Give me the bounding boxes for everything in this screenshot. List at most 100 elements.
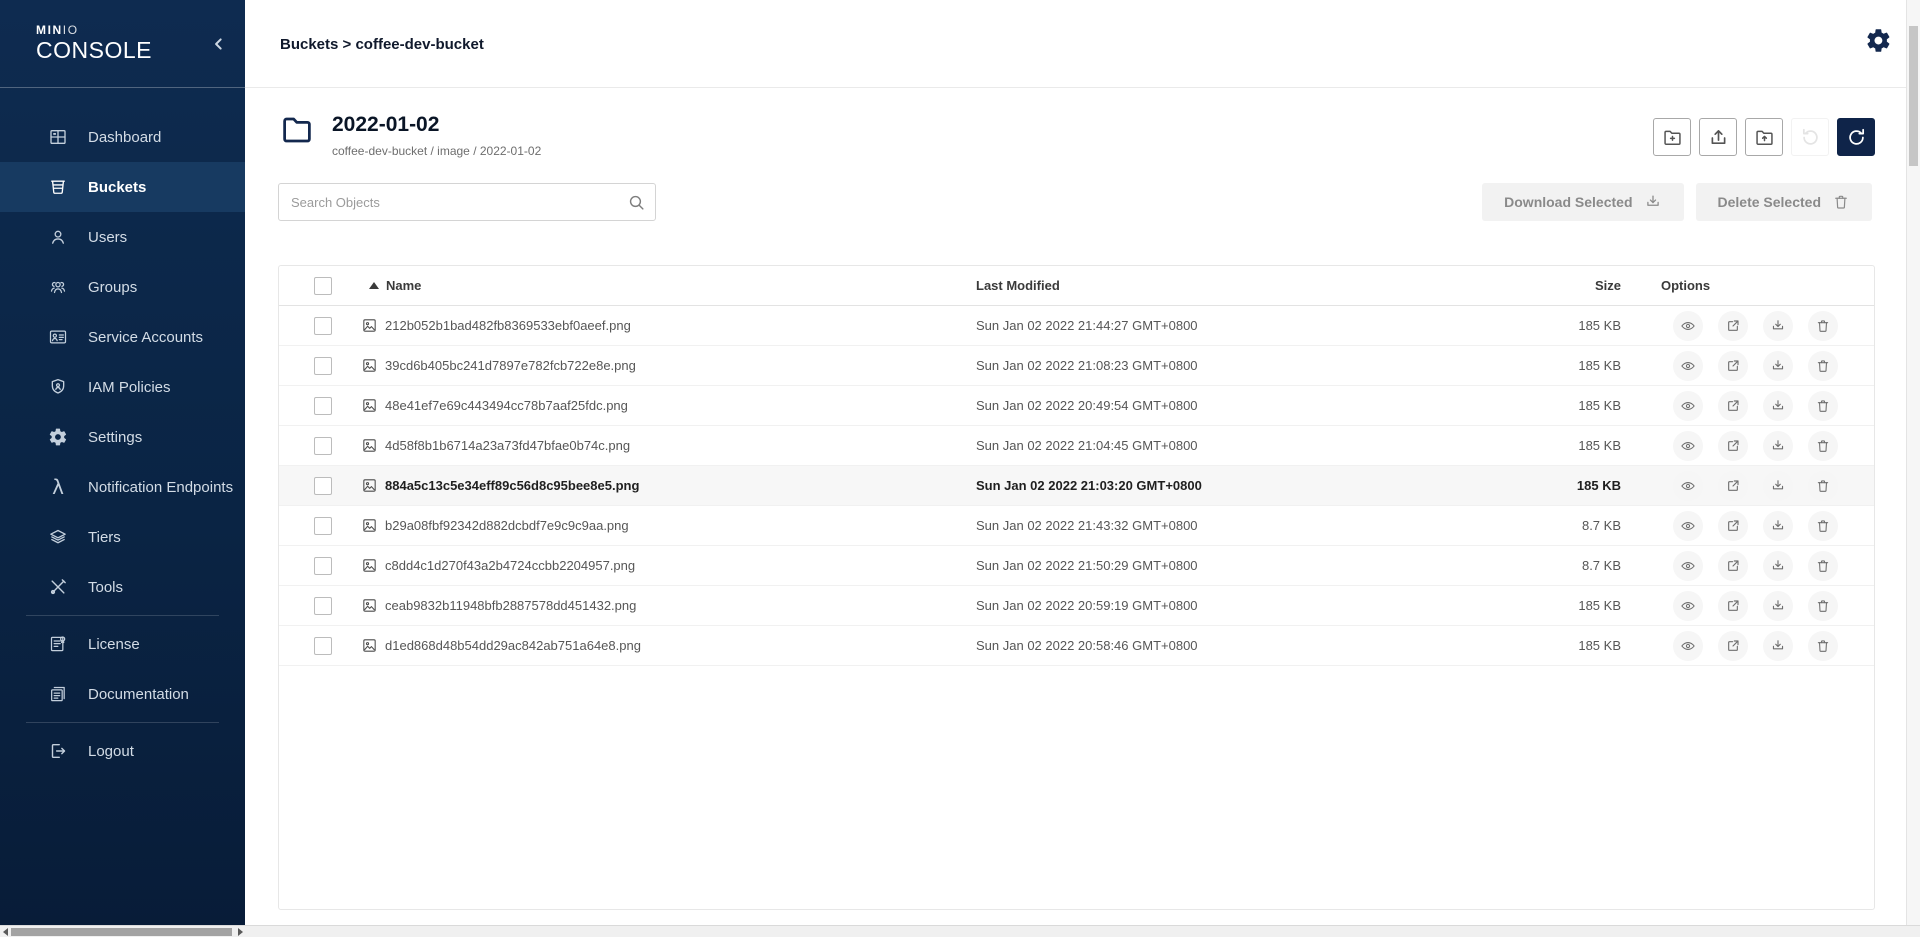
download-button[interactable]: [1763, 591, 1793, 621]
breadcrumb[interactable]: Buckets > coffee-dev-bucket: [280, 0, 484, 88]
sidebar-item-license[interactable]: License: [0, 619, 245, 669]
page-title: 2022-01-02: [332, 112, 541, 138]
download-button[interactable]: [1763, 471, 1793, 501]
delete-button[interactable]: [1808, 551, 1838, 581]
delete-button[interactable]: [1808, 391, 1838, 421]
object-name[interactable]: 48e41ef7e69c443494cc78b7aaf25fdc.png: [385, 398, 628, 413]
row-checkbox[interactable]: [314, 397, 332, 415]
table-row[interactable]: 212b052b1bad482fb8369533ebf0aeef.pngSun …: [279, 306, 1874, 346]
share-button[interactable]: [1718, 551, 1748, 581]
preview-button[interactable]: [1673, 511, 1703, 541]
row-checkbox[interactable]: [314, 357, 332, 375]
row-checkbox[interactable]: [314, 557, 332, 575]
scroll-right-arrow[interactable]: [238, 928, 243, 936]
share-button[interactable]: [1718, 351, 1748, 381]
delete-button[interactable]: [1808, 471, 1838, 501]
trash-icon: [1815, 318, 1831, 334]
share-button[interactable]: [1718, 471, 1748, 501]
delete-selected-button[interactable]: Delete Selected: [1696, 183, 1873, 221]
sidebar-collapse-button[interactable]: [209, 34, 229, 54]
column-header-name[interactable]: Name: [361, 278, 976, 293]
preview-button[interactable]: [1673, 311, 1703, 341]
table-row[interactable]: d1ed868d48b54dd29ac842ab751a64e8.pngSun …: [279, 626, 1874, 666]
sidebar-item-logout[interactable]: Logout: [0, 726, 245, 776]
delete-button[interactable]: [1808, 351, 1838, 381]
preview-button[interactable]: [1673, 631, 1703, 661]
download-button[interactable]: [1763, 311, 1793, 341]
object-name[interactable]: 884a5c13c5e34eff89c56d8c95bee8e5.png: [385, 478, 639, 493]
sidebar-item-buckets[interactable]: Buckets: [0, 162, 245, 212]
preview-button[interactable]: [1673, 351, 1703, 381]
download-button[interactable]: [1763, 351, 1793, 381]
download-button[interactable]: [1763, 631, 1793, 661]
share-button[interactable]: [1718, 431, 1748, 461]
upload-folder-button[interactable]: [1745, 118, 1783, 156]
sidebar-item-tiers[interactable]: Tiers: [0, 512, 245, 562]
delete-button[interactable]: [1808, 431, 1838, 461]
object-name[interactable]: ceab9832b11948bfb2887578dd451432.png: [385, 598, 636, 613]
download-button[interactable]: [1763, 431, 1793, 461]
horizontal-scrollbar-thumb[interactable]: [11, 928, 232, 936]
share-button[interactable]: [1718, 391, 1748, 421]
object-name[interactable]: c8dd4c1d270f43a2b4724ccbb2204957.png: [385, 558, 635, 573]
sidebar-item-service-accounts[interactable]: Service Accounts: [0, 312, 245, 362]
object-name[interactable]: d1ed868d48b54dd29ac842ab751a64e8.png: [385, 638, 641, 653]
row-checkbox[interactable]: [314, 517, 332, 535]
upload-file-button[interactable]: [1699, 118, 1737, 156]
share-button[interactable]: [1718, 311, 1748, 341]
search-input[interactable]: [278, 183, 656, 221]
table-row[interactable]: c8dd4c1d270f43a2b4724ccbb2204957.pngSun …: [279, 546, 1874, 586]
vertical-scrollbar[interactable]: [1906, 0, 1920, 925]
download-selected-button[interactable]: Download Selected: [1482, 183, 1683, 221]
sidebar-item-users[interactable]: Users: [0, 212, 245, 262]
sidebar-item-settings[interactable]: Settings: [0, 412, 245, 462]
delete-button[interactable]: [1808, 591, 1838, 621]
horizontal-scrollbar[interactable]: [0, 925, 1920, 937]
download-button[interactable]: [1763, 551, 1793, 581]
trash-icon: [1815, 478, 1831, 494]
preview-button[interactable]: [1673, 471, 1703, 501]
sidebar-item-tools[interactable]: Tools: [0, 562, 245, 612]
object-name[interactable]: 39cd6b405bc241d7897e782fcb722e8e.png: [385, 358, 636, 373]
delete-button[interactable]: [1808, 511, 1838, 541]
preview-button[interactable]: [1673, 391, 1703, 421]
table-row[interactable]: b29a08fbf92342d882dcbdf7e9c9c9aa.pngSun …: [279, 506, 1874, 546]
preview-button[interactable]: [1673, 431, 1703, 461]
sidebar-item-groups[interactable]: Groups: [0, 262, 245, 312]
row-checkbox[interactable]: [314, 317, 332, 335]
sidebar-item-documentation[interactable]: Documentation: [0, 669, 245, 719]
select-all-checkbox[interactable]: [314, 277, 332, 295]
gear-icon[interactable]: [1865, 27, 1892, 54]
sidebar-item-notification-endpoints[interactable]: λNotification Endpoints: [0, 462, 245, 512]
row-checkbox[interactable]: [314, 597, 332, 615]
download-button[interactable]: [1763, 391, 1793, 421]
row-checkbox[interactable]: [314, 477, 332, 495]
object-name-cell: b29a08fbf92342d882dcbdf7e9c9c9aa.png: [361, 517, 976, 534]
row-checkbox[interactable]: [314, 637, 332, 655]
share-button[interactable]: [1718, 631, 1748, 661]
new-path-button[interactable]: [1653, 118, 1691, 156]
row-checkbox[interactable]: [314, 437, 332, 455]
delete-button[interactable]: [1808, 631, 1838, 661]
object-name[interactable]: b29a08fbf92342d882dcbdf7e9c9c9aa.png: [385, 518, 629, 533]
table-row[interactable]: 4d58f8b1b6714a23a73fd47bfae0b74c.pngSun …: [279, 426, 1874, 466]
refresh-button[interactable]: [1837, 118, 1875, 156]
sidebar-item-iam-policies[interactable]: IAM Policies: [0, 362, 245, 412]
delete-button[interactable]: [1808, 311, 1838, 341]
preview-button[interactable]: [1673, 591, 1703, 621]
scroll-left-arrow[interactable]: [3, 928, 8, 936]
download-button[interactable]: [1763, 511, 1793, 541]
table-row[interactable]: 884a5c13c5e34eff89c56d8c95bee8e5.pngSun …: [279, 466, 1874, 506]
rewind-button[interactable]: [1791, 118, 1829, 156]
table-row[interactable]: ceab9832b11948bfb2887578dd451432.pngSun …: [279, 586, 1874, 626]
object-name[interactable]: 212b052b1bad482fb8369533ebf0aeef.png: [385, 318, 631, 333]
vertical-scrollbar-thumb[interactable]: [1909, 26, 1918, 166]
object-name[interactable]: 4d58f8b1b6714a23a73fd47bfae0b74c.png: [385, 438, 630, 453]
sidebar-item-dashboard[interactable]: Dashboard: [0, 112, 245, 162]
table-row[interactable]: 48e41ef7e69c443494cc78b7aaf25fdc.pngSun …: [279, 386, 1874, 426]
share-button[interactable]: [1718, 511, 1748, 541]
table-row[interactable]: 39cd6b405bc241d7897e782fcb722e8e.pngSun …: [279, 346, 1874, 386]
share-icon: [1725, 358, 1741, 374]
share-button[interactable]: [1718, 591, 1748, 621]
preview-button[interactable]: [1673, 551, 1703, 581]
